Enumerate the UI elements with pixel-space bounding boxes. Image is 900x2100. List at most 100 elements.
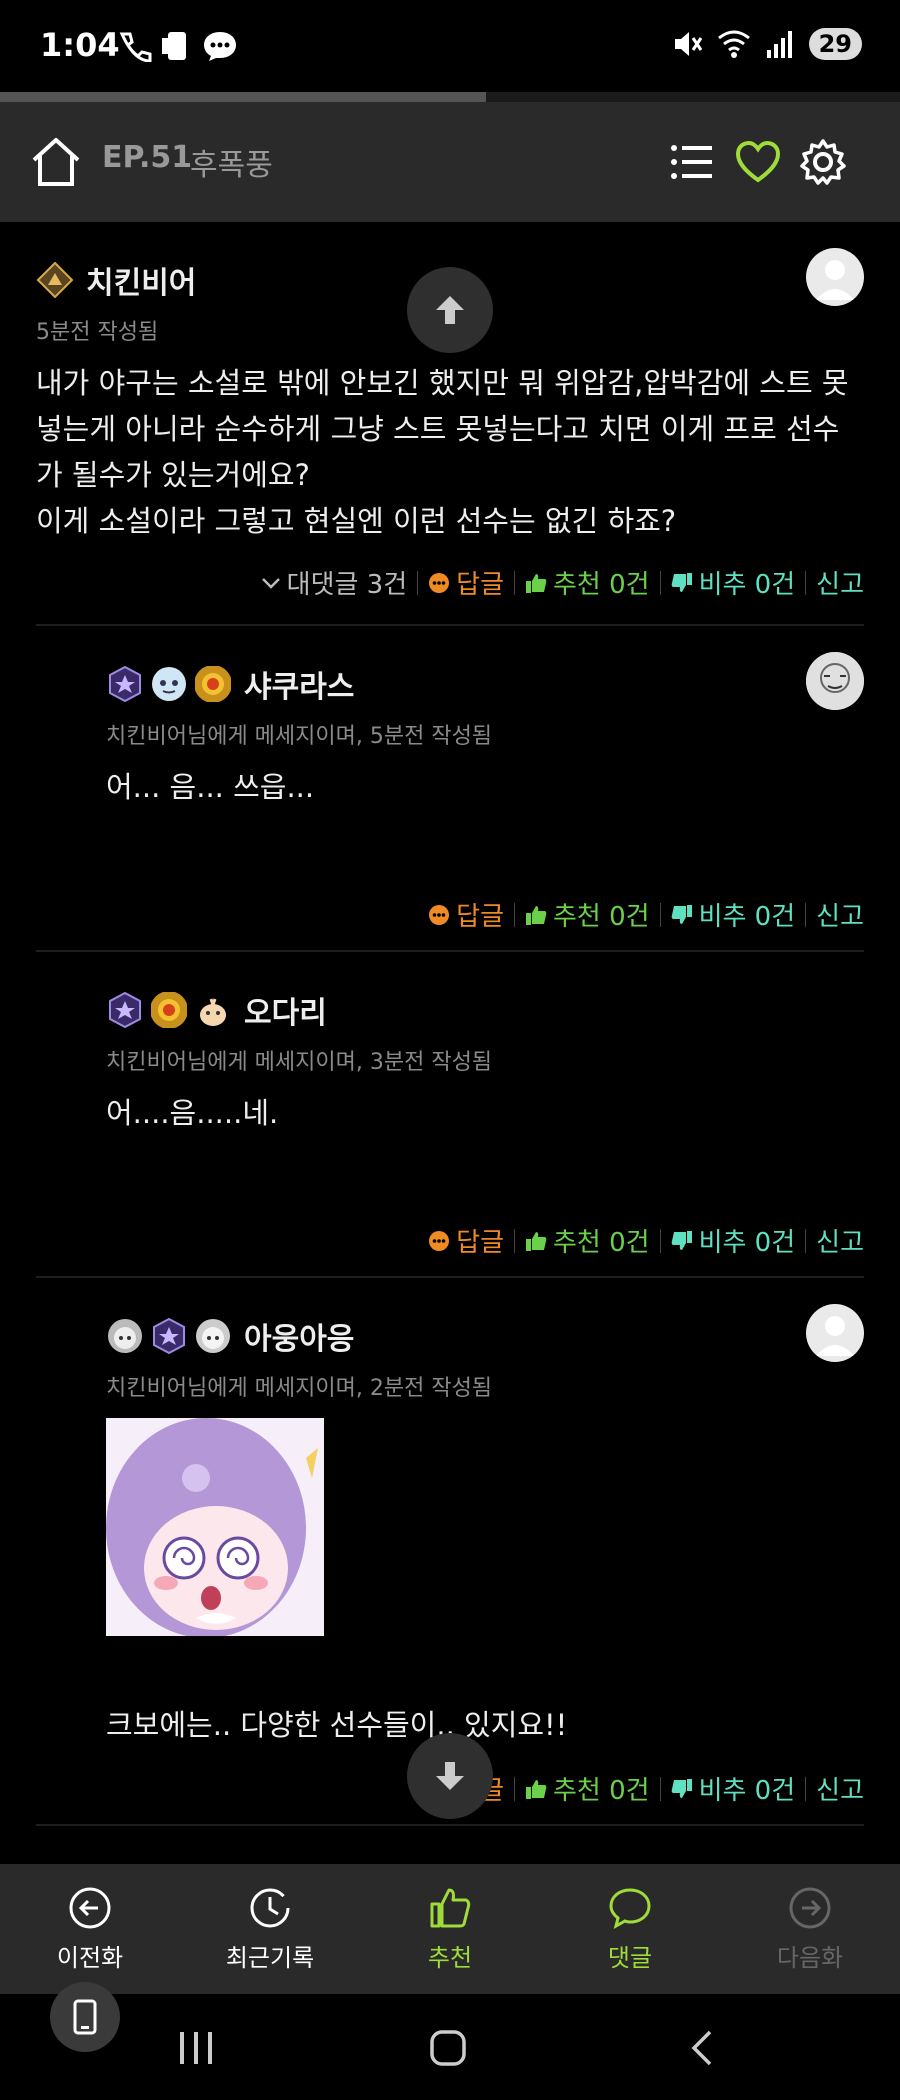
upvote-label: 추천 0건 <box>553 1776 650 1806</box>
comment-author[interactable]: 샤쿠라스 <box>244 662 354 706</box>
nav-recent-history[interactable]: 최근기록 <box>180 1864 360 1994</box>
chat-dots-icon <box>429 1230 450 1251</box>
nav-recommend[interactable]: 추천 <box>360 1864 540 1994</box>
thumbs-down-icon <box>671 572 692 592</box>
chat-bubble-icon <box>609 1887 651 1929</box>
list-icon[interactable] <box>668 138 716 186</box>
nav-label: 댓글 <box>607 1943 653 1972</box>
purple-star-badge-icon <box>153 1317 185 1355</box>
nav-label: 추천 <box>427 1943 473 1972</box>
fire-badge-icon <box>151 992 187 1028</box>
nav-previous-episode[interactable]: 이전화 <box>0 1864 180 1994</box>
nav-label: 이전화 <box>56 1943 124 1972</box>
floating-phone-button[interactable] <box>50 1982 120 2052</box>
upvote-label: 추천 0건 <box>553 570 650 600</box>
thumbs-up-icon <box>526 905 547 925</box>
girl-character-icon <box>108 1319 142 1353</box>
thumbs-up-icon <box>430 1888 471 1927</box>
reply-label: 답글 <box>456 570 504 600</box>
arrow-left-circle-icon <box>69 1887 111 1928</box>
avatar[interactable] <box>806 248 864 306</box>
arrow-up-icon <box>436 296 464 324</box>
comment-meta: 치킨비어님에게 메세지이며, 3분전 작성됨 <box>106 1050 493 1075</box>
comment-header: 아웅아응 <box>106 1314 864 1358</box>
toggle-replies-button[interactable]: 대댓글 3건 <box>251 564 418 601</box>
report-button[interactable]: 신고 <box>806 564 864 601</box>
upvote-label: 추천 0건 <box>553 1228 650 1258</box>
reply-item: 샤쿠라스 치킨비어님에게 메세지이며, 5분전 작성됨 어... 음... 쓰읍… <box>36 626 864 952</box>
reply-item: 오다리 치킨비어님에게 메세지이며, 3분전 작성됨 어....음.....네.… <box>36 952 864 1278</box>
upvote-button[interactable]: 추천 0건 <box>515 1222 660 1259</box>
upvote-button[interactable]: 추천 0건 <box>515 564 660 601</box>
comment-actions: 답글 추천 0건 비추 0건 신고 <box>418 896 864 933</box>
scroll-down-button[interactable] <box>407 1733 493 1819</box>
app-header: EP.51 후폭풍 <box>0 102 900 222</box>
scroll-up-button[interactable] <box>407 267 493 353</box>
comment-actions: 대댓글 3건 답글 추천 0건 비추 0건 신고 <box>36 564 864 601</box>
downvote-button[interactable]: 비추 0건 <box>661 1222 806 1259</box>
comment-body: 크보에는.. 다양한 선수들이.. 있지요!! <box>106 1708 568 1742</box>
signal-icon <box>766 31 792 58</box>
back-icon[interactable] <box>682 2028 722 2068</box>
reply-button[interactable]: 답글 <box>418 564 514 601</box>
comment-meta: 치킨비어님에게 메세지이며, 2분전 작성됨 <box>106 1376 493 1401</box>
purple-star-badge-icon <box>109 991 141 1029</box>
home-nav-icon[interactable] <box>428 2028 468 2068</box>
purple-star-badge-icon <box>109 665 141 703</box>
nav-label: 다음화 <box>776 1943 844 1972</box>
comment-author[interactable]: 치킨비어 <box>86 258 196 302</box>
comment-list: 치킨비어 5분전 작성됨 내가 야구는 소설로 밖에 안보긴 했지만 뭐 위압감… <box>0 222 900 1826</box>
thumbs-up-icon <box>526 573 547 593</box>
episode-title: 후폭풍 <box>190 148 273 183</box>
message-icon <box>204 32 236 61</box>
sticker-image <box>106 1418 324 1636</box>
reading-progress-bar <box>0 92 900 102</box>
comment-author[interactable]: 아웅아응 <box>244 1314 354 1358</box>
thumbs-up-icon <box>526 1779 547 1799</box>
comment-actions: 답글 추천 0건 비추 0건 신고 <box>418 1222 864 1259</box>
reply-button[interactable]: 답글 <box>418 896 514 933</box>
heart-icon[interactable] <box>734 138 782 186</box>
recent-apps-icon[interactable] <box>176 2028 216 2068</box>
downvote-label: 비추 0건 <box>698 1228 796 1258</box>
nav-label: 최근기록 <box>225 1943 315 1972</box>
nav-comments[interactable]: 댓글 <box>540 1864 720 1994</box>
reply-label: 답글 <box>456 902 504 932</box>
comment-author[interactable]: 오다리 <box>244 988 327 1032</box>
arrow-down-icon <box>436 1762 464 1790</box>
sim-icon <box>162 32 186 60</box>
comment-body: 어... 음... 쓰읍... <box>106 770 315 804</box>
downvote-button[interactable]: 비추 0건 <box>661 564 806 601</box>
battery-indicator: 29 <box>808 28 862 60</box>
nav-next-episode[interactable]: 다음화 <box>720 1864 900 1994</box>
upvote-label: 추천 0건 <box>553 902 650 932</box>
report-button[interactable]: 신고 <box>806 896 864 933</box>
history-icon <box>250 1888 290 1927</box>
thumbs-down-icon <box>671 904 692 924</box>
chick-character-icon <box>200 998 226 1026</box>
home-icon[interactable] <box>30 136 82 188</box>
downvote-button[interactable]: 비추 0건 <box>661 896 806 933</box>
wifi-icon <box>717 30 750 58</box>
upvote-button[interactable]: 추천 0건 <box>515 896 660 933</box>
comment-body: 어....음.....네. <box>106 1096 279 1130</box>
downvote-label: 비추 0건 <box>698 1776 796 1806</box>
avatar[interactable] <box>806 652 864 710</box>
reply-button[interactable]: 답글 <box>418 1222 514 1259</box>
downvote-button[interactable]: 비추 0건 <box>661 1770 806 1807</box>
chat-dots-icon <box>429 904 450 925</box>
system-navigation-bar <box>0 1994 900 2100</box>
phone-icon <box>73 1999 97 2035</box>
girl-character-icon <box>196 1319 230 1353</box>
upvote-button[interactable]: 추천 0건 <box>515 1770 660 1807</box>
fire-badge-icon <box>195 666 231 702</box>
downvote-label: 비추 0건 <box>698 902 796 932</box>
report-button[interactable]: 신고 <box>806 1770 864 1807</box>
settings-gear-icon[interactable] <box>799 138 847 186</box>
rank-badge-icon <box>36 261 74 299</box>
arrow-right-circle-icon <box>789 1887 831 1928</box>
status-time: 1:04 <box>40 26 120 64</box>
report-button[interactable]: 신고 <box>806 1222 864 1259</box>
avatar[interactable] <box>806 1304 864 1362</box>
downvote-label: 비추 0건 <box>698 570 796 600</box>
